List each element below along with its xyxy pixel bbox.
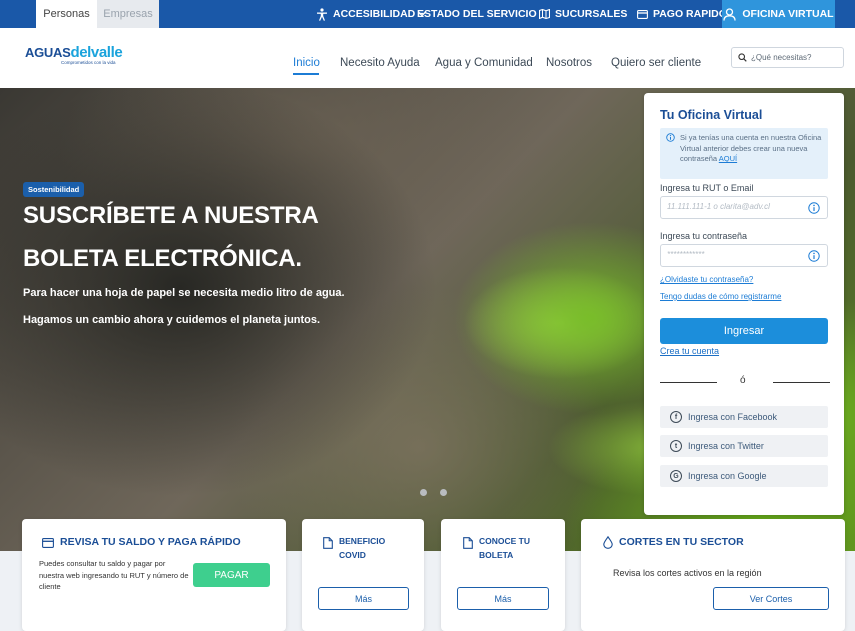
sucursales-link[interactable]: SUCURSALES [539,0,627,28]
facebook-icon: f [670,411,682,423]
facebook-login-label: Ingresa con Facebook [688,412,778,422]
password-label: Ingresa tu contraseña [660,231,748,241]
info-icon[interactable] [808,250,820,262]
pago-rapido-link[interactable]: PAGO RAPIDO [637,0,727,28]
google-login-button[interactable]: G Ingresa con Google [660,465,828,487]
nav-quiero-ser-cliente[interactable]: Quiero ser cliente [611,57,701,69]
logo-part1: AGUAS [25,45,71,60]
card-covid: BENEFICIO COVID Más [302,519,424,631]
info-notice: Si ya tenías una cuenta en nuestra Ofici… [660,128,828,179]
hero-title-line1: SUSCRÍBETE A NUESTRA [23,202,319,229]
water-drop-icon [603,536,613,549]
oficina-virtual-button[interactable]: OFICINA VIRTUAL [722,0,835,28]
main-header: AGUASdelvalle Comprometidos con la vida … [0,28,855,88]
nav-agua-comunidad[interactable]: Agua y Comunidad [435,57,533,69]
info-icon [666,133,675,142]
map-icon [539,9,550,19]
nav-necesito-ayuda[interactable]: Necesito Ayuda [340,57,420,69]
rut-input[interactable] [667,202,797,211]
hero-text-2: Hagamos un cambio ahora y cuidemos el pl… [23,314,321,326]
logo-tagline: Comprometidos con la vida [61,60,116,65]
nav-nosotros[interactable]: Nosotros [546,57,592,69]
login-button[interactable]: Ingresar [660,318,828,344]
card-icon [637,9,648,19]
info-icon[interactable] [808,202,820,214]
cortes-text: Revisa los cortes activos en la región [613,568,762,578]
carousel-dot-2[interactable] [440,489,447,496]
estado-servicio-link[interactable]: ESTADO DEL SERVICIO [417,0,537,28]
accesibilidad-menu[interactable]: ACCESIBILIDAD [316,0,426,28]
category-badge: Sostenibilidad [23,182,85,197]
register-help-link[interactable]: Tengo dudas de cómo registrarme [660,292,781,301]
card-boleta: CONOCE TU BOLETA Más [441,519,565,631]
password-field[interactable] [660,244,828,267]
card-cortes: CORTES EN TU SECTOR Revisa los cortes ac… [581,519,845,631]
rut-field[interactable] [660,196,828,219]
covid-title: BENEFICIO COVID [339,536,386,560]
google-icon: G [670,470,682,482]
forgot-password-link[interactable]: ¿Olvidaste tu contraseña? [660,275,753,284]
hero-text-1: Para hacer una hoja de papel se necesita… [23,287,345,299]
hero-title-line2: BOLETA ELECTRÓNICA. [23,245,302,272]
info-text: Si ya tenías una cuenta en nuestra Ofici… [680,133,822,163]
accesibilidad-label: ACCESIBILIDAD [333,8,416,20]
or-separator: ó [740,375,746,386]
tab-personas[interactable]: Personas [36,0,97,28]
rut-label: Ingresa tu RUT o Email [660,183,754,193]
facebook-login-button[interactable]: f Ingresa con Facebook [660,406,828,428]
search-input[interactable] [751,53,841,62]
card-saldo: REVISA TU SALDO Y PAGA RÁPIDO Puedes con… [22,519,286,631]
pago-rapido-label: PAGO RAPIDO [653,8,727,20]
divider-right [773,382,830,383]
create-account-link[interactable]: Crea tu cuenta [660,346,719,356]
boleta-more-button[interactable]: Más [457,587,549,610]
info-link[interactable]: AQUÍ [719,154,737,163]
nav-inicio[interactable]: Inicio [293,57,320,69]
carousel-dot-1[interactable] [420,489,427,496]
divider-left [660,382,717,383]
top-bar: Personas Empresas ACCESIBILIDAD ESTADO D… [0,0,855,28]
document-icon [323,537,333,549]
search-icon [738,53,747,62]
user-icon [723,7,737,21]
logo-part2: delvalle [70,44,123,61]
saldo-text: Puedes consultar tu saldo y pagar por nu… [39,559,189,591]
covid-more-button[interactable]: Más [318,587,409,610]
cortes-title: CORTES EN TU SECTOR [619,536,744,548]
login-panel: Tu Oficina Virtual Si ya tenías una cuen… [644,93,844,515]
sucursales-label: SUCURSALES [555,8,628,20]
oficina-virtual-label: OFICINA VIRTUAL [742,8,834,20]
estado-servicio-label: ESTADO DEL SERVICIO [417,8,537,20]
google-login-label: Ingresa con Google [688,471,767,481]
tab-empresas[interactable]: Empresas [97,0,159,28]
accessibility-icon [317,7,327,21]
card-icon [42,538,54,548]
saldo-title: REVISA TU SALDO Y PAGA RÁPIDO [60,536,241,548]
boleta-title: CONOCE TU BOLETA [479,536,530,560]
info-text-block: Si ya tenías una cuenta en nuestra Ofici… [680,133,826,165]
twitter-icon: t [670,440,682,452]
document-icon [463,537,473,549]
login-title: Tu Oficina Virtual [660,108,763,122]
password-input[interactable] [667,250,797,259]
ver-cortes-button[interactable]: Ver Cortes [713,587,829,610]
twitter-login-button[interactable]: t Ingresa con Twitter [660,435,828,457]
search-box[interactable] [731,47,844,68]
twitter-login-label: Ingresa con Twitter [688,441,764,451]
nav-active-indicator [293,73,319,75]
logo[interactable]: AGUASdelvalle Comprometidos con la vida [25,44,123,65]
pagar-button[interactable]: PAGAR [193,563,270,587]
